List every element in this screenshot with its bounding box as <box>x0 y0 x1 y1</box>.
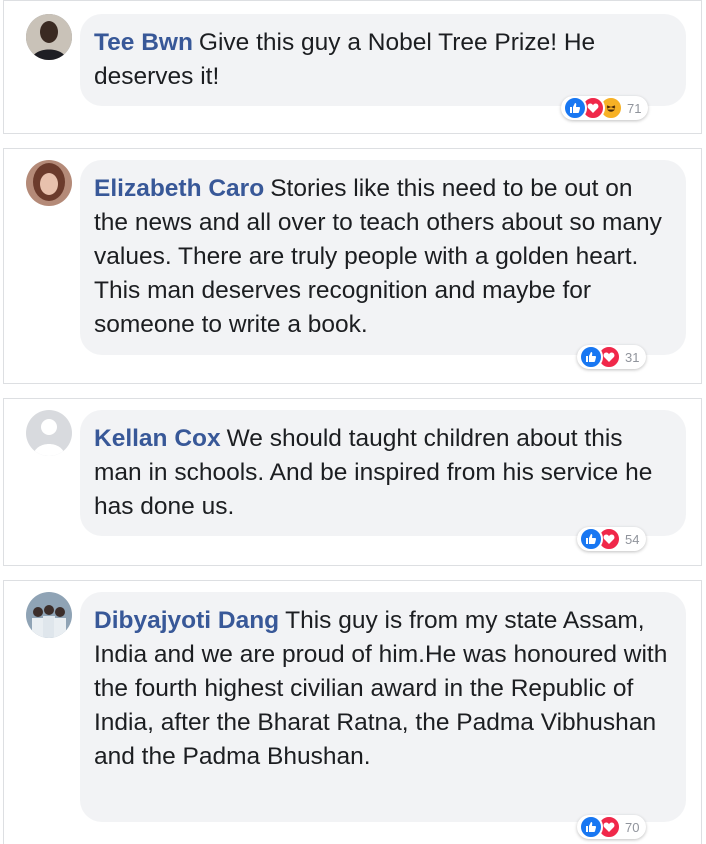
author-name-link[interactable]: Tee Bwn <box>94 29 193 56</box>
avatar[interactable] <box>26 160 72 206</box>
profile-photo <box>26 160 72 206</box>
avatar[interactable] <box>26 410 72 456</box>
comment-card: Tee Bwn Give this guy a Nobel Tree Prize!… <box>3 0 702 134</box>
reactions-summary[interactable]: 70 <box>577 815 647 839</box>
avatar[interactable] <box>26 592 72 638</box>
like-icon <box>579 815 603 839</box>
comment-card: Dibyajyoti Dang This guy is from my state… <box>3 580 702 844</box>
reaction-count: 70 <box>625 819 640 835</box>
reaction-count: 31 <box>625 349 640 365</box>
avatar[interactable] <box>26 14 72 60</box>
reactions-summary[interactable]: 71 <box>561 96 649 120</box>
reaction-count: 54 <box>625 531 640 547</box>
comment-bubble: Dibyajyoti Dang This guy is from my state… <box>80 592 686 822</box>
author-name-link[interactable]: Dibyajyoti Dang <box>94 607 279 634</box>
like-icon <box>563 96 587 120</box>
comment-card: Kellan Cox We should taught children abou… <box>3 398 702 566</box>
reaction-count: 71 <box>627 100 642 116</box>
author-name-link[interactable]: Kellan Cox <box>94 425 221 452</box>
like-icon <box>579 345 603 369</box>
author-name-link[interactable]: Elizabeth Caro <box>94 175 264 202</box>
reactions-summary[interactable]: 31 <box>577 345 647 369</box>
like-icon <box>579 527 603 551</box>
reactions-summary[interactable]: 54 <box>577 527 647 551</box>
comment-bubble: Tee Bwn Give this guy a Nobel Tree Prize!… <box>80 14 686 106</box>
profile-photo <box>26 14 72 60</box>
comment-card: Elizabeth Caro Stories like this need to … <box>3 148 702 384</box>
profile-photo <box>26 592 72 638</box>
comment-bubble: Elizabeth Caro Stories like this need to … <box>80 160 686 355</box>
comment-bubble: Kellan Cox We should taught children abou… <box>80 410 686 536</box>
default-avatar-icon <box>26 410 72 456</box>
